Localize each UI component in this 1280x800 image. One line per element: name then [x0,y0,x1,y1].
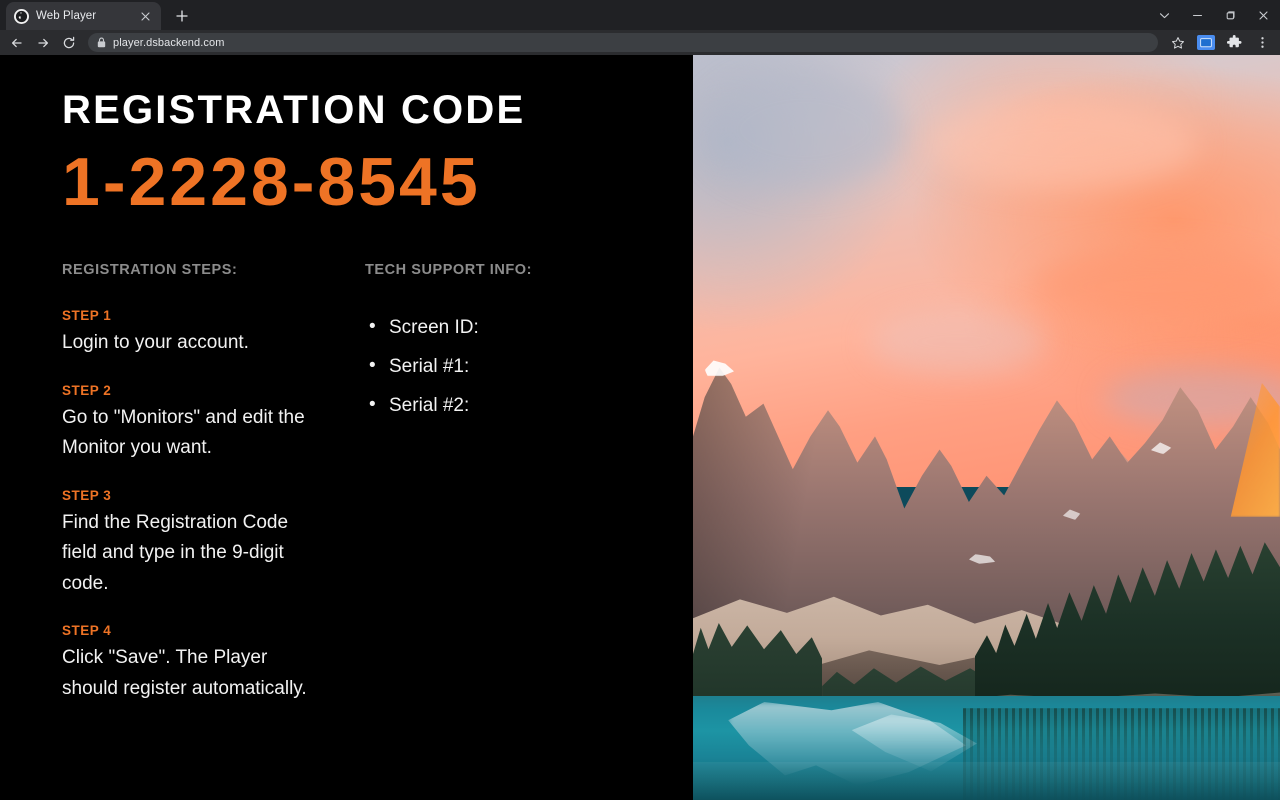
step-label: STEP 1 [62,308,112,323]
browser-menu-icon[interactable] [1248,32,1276,54]
turquoise-lake [693,695,1280,800]
registration-code-value: 1-2228-8545 [62,144,481,220]
cast-icon[interactable] [1192,32,1220,54]
list-item: Screen ID: [365,307,693,347]
chevron-down-button[interactable] [1148,0,1181,30]
water-sheen [693,762,1280,800]
tab-title: Web Player [36,10,97,22]
list-item: Serial #1: [365,346,693,386]
registration-panel: REGISTRATION CODE 1-2228-8545 REGISTRATI… [0,55,693,800]
step-text: Go to "Monitors" and edit the Monitor yo… [62,406,305,459]
bookmark-star-icon[interactable] [1164,32,1192,54]
url-text[interactable]: player.dsbackend.com [113,37,224,49]
step-item: STEP 1 Login to your account. [62,308,365,359]
step-item: STEP 2 Go to "Monitors" and edit the Mon… [62,383,365,464]
step-item: STEP 4 Click "Save". The Player should r… [62,623,365,704]
step-label: STEP 2 [62,382,112,398]
cloud-wisp [704,69,905,190]
reload-button[interactable] [56,32,82,54]
extensions-puzzle-icon[interactable] [1220,32,1248,54]
page-viewport: REGISTRATION CODE 1-2228-8545 REGISTRATI… [0,55,1280,800]
close-tab-icon[interactable] [138,9,153,24]
cloud-wisp [927,99,1198,190]
new-tab-button[interactable] [169,3,195,29]
step-text: Login to your account. [62,332,249,353]
step-item: STEP 3 Find the Registration Code field … [62,488,365,600]
info-columns: REGISTRATION STEPS: STEP 1 Login to your… [62,262,693,704]
window-controls [1148,0,1280,30]
cloud-wisp [869,308,1046,376]
address-bar[interactable]: player.dsbackend.com [88,33,1158,52]
tech-support-list: Screen ID: Serial #1: Serial #2: [365,307,693,425]
forward-button[interactable] [30,32,56,54]
browser-window: Web Player player.dsbackend.com REGISTRA… [0,0,1280,800]
tab-web-player[interactable]: Web Player [6,2,161,30]
list-item: Serial #2: [365,385,693,425]
globe-favicon [14,8,29,24]
back-button[interactable] [4,32,30,54]
step-label: STEP 3 [62,487,112,503]
tech-support-heading: TECH SUPPORT INFO: [365,262,532,278]
cast-icon-box [1197,35,1215,50]
minimize-button[interactable] [1181,0,1214,30]
mountain-lake-photo [693,55,1280,800]
tech-support-column: TECH SUPPORT INFO: Screen ID: Serial #1:… [365,262,693,704]
lock-icon [97,37,106,48]
registration-steps-column: REGISTRATION STEPS: STEP 1 Login to your… [62,262,365,704]
browser-toolbar: player.dsbackend.com [0,30,1280,55]
page-title: REGISTRATION CODE [62,88,526,132]
photo-artwork [693,55,1280,800]
maximize-button[interactable] [1214,0,1247,30]
cloud-wisp [1033,248,1280,324]
toolbar-actions [1164,32,1276,54]
tab-strip: Web Player [0,0,1280,30]
close-window-button[interactable] [1247,0,1280,30]
step-text: Find the Registration Code field and typ… [62,511,289,594]
registration-steps-heading: REGISTRATION STEPS: [62,262,238,278]
step-text: Click "Save". The Player should register… [62,647,307,699]
step-label: STEP 4 [62,623,112,638]
